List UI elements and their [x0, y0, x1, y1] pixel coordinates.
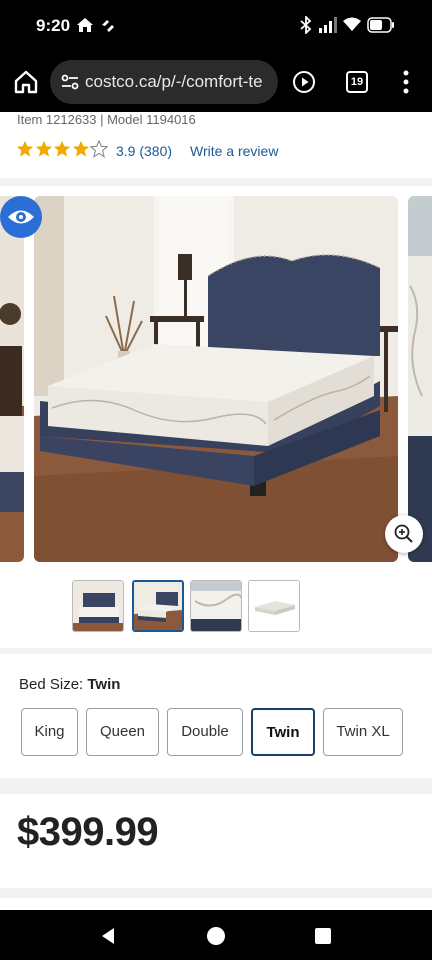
- bed-size-label: Bed Size:: [19, 676, 88, 693]
- star-full-icon: [16, 140, 34, 157]
- size-option-king[interactable]: King: [21, 708, 78, 756]
- product-image-bed[interactable]: [34, 196, 398, 562]
- home-icon[interactable]: [12, 68, 40, 96]
- thumbnail-1[interactable]: [72, 580, 124, 632]
- zoom-button[interactable]: [385, 515, 423, 553]
- write-review-link[interactable]: Write a review: [190, 143, 278, 159]
- home-notification-icon: [77, 18, 93, 32]
- site-settings-icon[interactable]: [60, 72, 80, 92]
- thumbnail-3[interactable]: [190, 580, 242, 632]
- next-section: [0, 898, 432, 910]
- previous-slide-image[interactable]: [0, 196, 24, 562]
- tab-switcher-button[interactable]: 19: [346, 71, 368, 93]
- system-navigation-bar: [0, 910, 432, 960]
- zoom-in-icon: [394, 524, 413, 543]
- image-carousel[interactable]: [0, 186, 432, 648]
- page-content: Item 1212633 | Model 1194016 3.9 (380) W…: [0, 112, 432, 910]
- size-option-double[interactable]: Double: [167, 708, 243, 756]
- url-text[interactable]: costco.ca/p/-/comfort-te: [85, 72, 263, 92]
- product-header: Item 1212633 | Model 1194016 3.9 (380) W…: [0, 112, 432, 178]
- star-full-icon: [72, 140, 89, 157]
- address-bar[interactable]: costco.ca/p/-/comfort-te: [50, 60, 278, 104]
- app-notification-icon: [102, 20, 114, 32]
- star-full-icon: [35, 140, 52, 157]
- next-slide-image[interactable]: [408, 196, 432, 562]
- star-full-icon: [53, 140, 71, 157]
- back-icon[interactable]: [98, 926, 118, 946]
- wifi-icon: [343, 17, 361, 31]
- rating-count[interactable]: 3.9 (380): [116, 143, 172, 159]
- battery-icon: [367, 17, 394, 33]
- thumbnail-2[interactable]: [132, 580, 184, 632]
- price-section: $399.99: [0, 794, 432, 888]
- item-model-number: Item 1212633 | Model 1194016: [17, 112, 196, 127]
- size-option-queen[interactable]: Queen: [86, 708, 159, 756]
- status-bar: 9:20: [0, 0, 432, 52]
- bluetooth-icon: [300, 16, 312, 34]
- bed-size-heading: Bed Size: Twin: [19, 676, 120, 693]
- play-icon[interactable]: [292, 70, 316, 94]
- star-rating[interactable]: [16, 140, 109, 162]
- view-in-room-button[interactable]: [0, 196, 42, 238]
- recents-icon[interactable]: [314, 927, 332, 945]
- home-nav-icon[interactable]: [205, 925, 227, 947]
- eye-icon: [8, 210, 34, 224]
- signal-icon: [319, 17, 337, 33]
- more-menu-icon[interactable]: [400, 69, 412, 95]
- thumbnail-4[interactable]: [248, 580, 300, 632]
- browser-toolbar: costco.ca/p/-/comfort-te 19: [0, 52, 432, 112]
- bed-size-selected-value: Twin: [87, 676, 121, 693]
- size-option-twin-xl[interactable]: Twin XL: [323, 708, 403, 756]
- size-option-twin[interactable]: Twin: [251, 708, 315, 756]
- star-empty-icon: [90, 140, 108, 158]
- status-time: 9:20: [36, 16, 71, 35]
- bed-size-selector: Bed Size: Twin King Queen Double Twin Tw…: [0, 654, 432, 778]
- product-price: $399.99: [17, 810, 159, 854]
